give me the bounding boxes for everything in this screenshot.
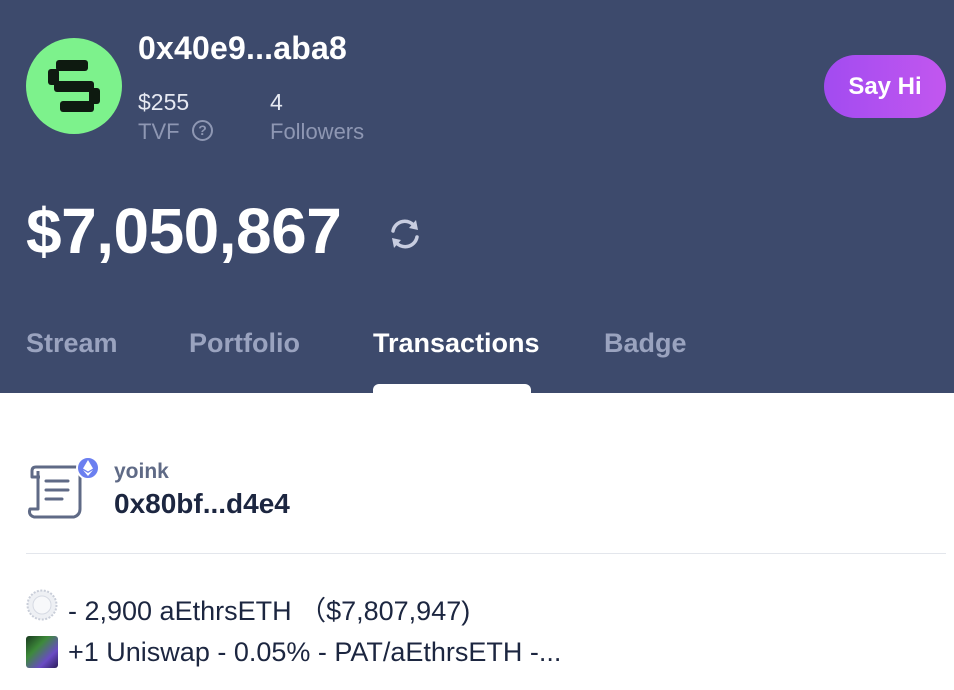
nft-icon (26, 636, 58, 668)
wallet-address[interactable]: 0x40e9...aba8 (138, 30, 347, 67)
tvf-label: TVF (138, 119, 180, 144)
avatar[interactable] (26, 38, 122, 134)
contract-scroll-icon (28, 457, 100, 519)
transaction-address[interactable]: 0x80bf...d4e4 (114, 488, 290, 520)
total-portfolio-value: $7,050,867 (26, 195, 342, 267)
profile-header: 0x40e9...aba8 $255 TVF ? 4 Followers Say… (0, 0, 954, 396)
followers-label[interactable]: Followers (270, 119, 364, 145)
tab-stream[interactable]: Stream (26, 328, 118, 359)
token-icon (26, 589, 58, 621)
say-hi-button[interactable]: Say Hi (824, 55, 946, 118)
refresh-icon[interactable] (387, 217, 423, 251)
followers-count[interactable]: 4 (270, 89, 283, 116)
nft-change-row: +1 Uniswap - 0.05% - PAT/aEthrsETH -... (68, 637, 562, 667)
tvf-value: $255 (138, 89, 190, 115)
tab-badge[interactable]: Badge (604, 328, 687, 359)
token-change-row: - 2,900 aEthrsETH （$7,807,947) (68, 596, 471, 626)
divider (26, 553, 946, 554)
active-tab-indicator (373, 384, 531, 396)
avatar-logo-icon (48, 60, 100, 112)
help-icon[interactable]: ? (192, 120, 213, 141)
tab-transactions[interactable]: Transactions (373, 328, 540, 359)
transaction-label: yoink (114, 460, 169, 483)
tab-portfolio[interactable]: Portfolio (189, 328, 300, 359)
